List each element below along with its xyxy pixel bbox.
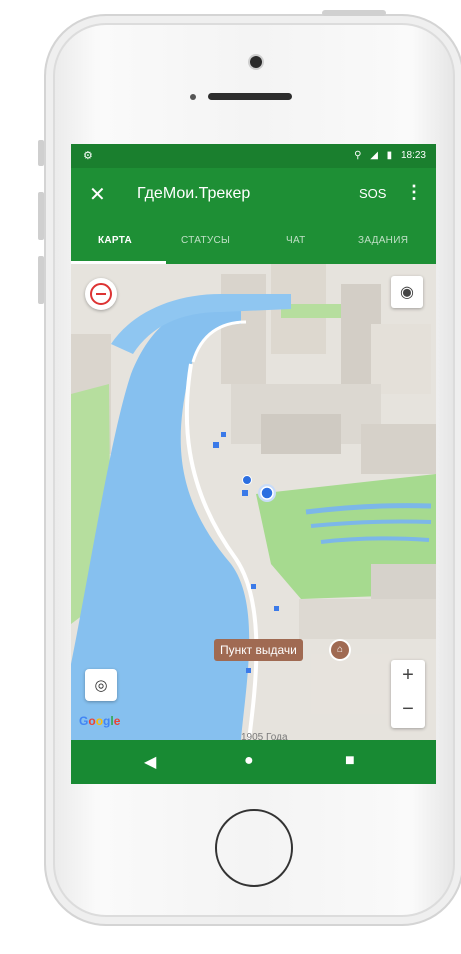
shop-icon[interactable]: ⌂ xyxy=(331,641,349,659)
front-camera xyxy=(250,56,262,68)
home-icon[interactable]: ● xyxy=(244,752,254,770)
more-menu-icon[interactable]: ⋮ xyxy=(405,182,423,203)
android-icon: ⚙ xyxy=(83,150,93,162)
building xyxy=(361,424,436,474)
globe-icon: ◎ xyxy=(94,677,108,694)
building xyxy=(261,414,341,454)
building xyxy=(371,324,431,394)
my-location-button[interactable]: ◉ xyxy=(391,276,423,308)
mute-switch xyxy=(38,140,44,166)
volume-down-button xyxy=(38,256,44,304)
compass-button[interactable] xyxy=(85,278,117,310)
tracker-marker xyxy=(242,475,252,485)
building xyxy=(221,274,266,384)
tab-bar: КАРТА СТАТУСЫ ЧАТ ЗАДАНИЯ xyxy=(71,220,436,264)
system-nav-bar: ◀ ● ■ xyxy=(71,740,436,784)
zoom-in-button[interactable]: + xyxy=(402,660,414,694)
tab-statuses[interactable]: СТАТУСЫ xyxy=(181,235,230,246)
status-icons: ⚲ ◢ ▮ 18:23 xyxy=(348,150,426,161)
app-bar: ✕ ГдеМои.Трекер SOS ⋮ xyxy=(71,168,436,220)
building xyxy=(371,564,436,599)
earpiece-speaker xyxy=(208,93,292,100)
tab-chat[interactable]: ЧАТ xyxy=(286,235,306,246)
zoom-controls: + − xyxy=(391,660,425,728)
building xyxy=(311,654,391,714)
tab-map[interactable]: КАРТА xyxy=(98,235,132,246)
location-icon: ⚲ xyxy=(354,150,362,161)
crosshair-icon: ◉ xyxy=(400,284,414,301)
map-canvas: 1905 Года xyxy=(71,264,436,740)
proximity-sensor xyxy=(190,94,196,100)
map-layers-button[interactable]: ◎ xyxy=(85,669,117,701)
sos-button[interactable]: SOS xyxy=(359,186,386,201)
home-button[interactable] xyxy=(215,809,293,887)
zoom-out-button[interactable]: − xyxy=(402,694,414,728)
clock: 18:23 xyxy=(400,150,426,161)
satellite-icon: ✕ xyxy=(89,184,106,206)
pickup-point-label[interactable]: Пункт выдачи xyxy=(214,639,303,661)
volume-up-button xyxy=(38,192,44,240)
recents-icon[interactable]: ■ xyxy=(345,752,355,770)
status-bar: ⚙ ⚲ ◢ ▮ 18:23 xyxy=(71,144,436,168)
battery-icon: ▮ xyxy=(386,150,393,161)
signal-icon: ◢ xyxy=(370,150,378,161)
power-button xyxy=(322,10,386,16)
phone-screen: ⚙ ⚲ ◢ ▮ 18:23 ✕ ГдеМои.Трекер SOS ⋮ КАРТ… xyxy=(71,144,436,784)
tracker-marker-main xyxy=(260,486,274,500)
google-logo: Google xyxy=(79,714,121,728)
app-title: ГдеМои.Трекер xyxy=(137,185,251,202)
building xyxy=(299,599,436,639)
back-icon[interactable]: ◀ xyxy=(144,752,156,772)
tab-tasks[interactable]: ЗАДАНИЯ xyxy=(358,235,408,246)
street-label: 1905 Года xyxy=(241,732,288,740)
map-view[interactable]: 1905 Года ◉ ◎ + − Пункт выдачи ⌂ Google xyxy=(71,264,436,740)
compass-icon xyxy=(90,283,112,305)
